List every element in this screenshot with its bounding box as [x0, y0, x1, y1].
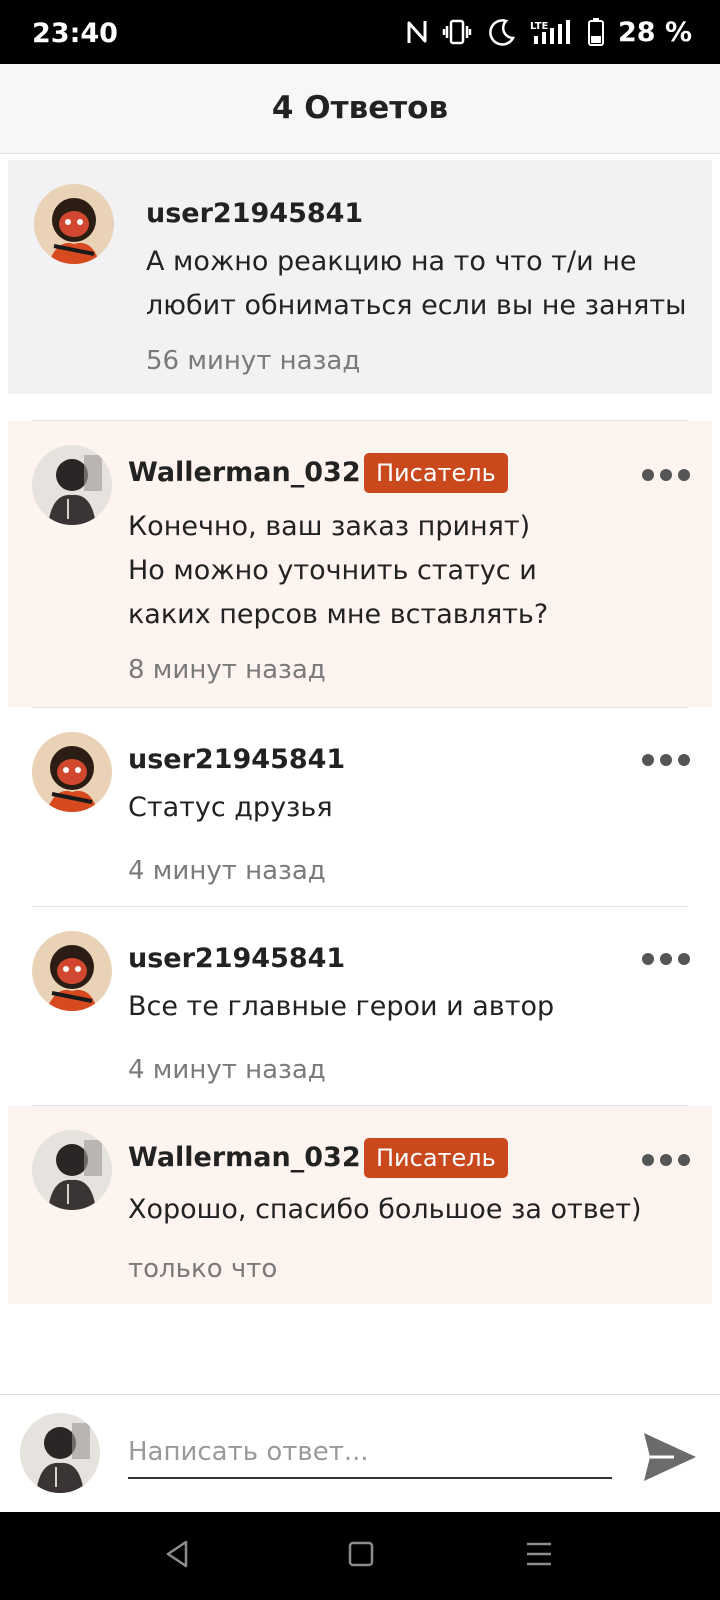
system-nav-bar	[0, 1512, 720, 1600]
avatar[interactable]	[32, 445, 112, 525]
more-options-button[interactable]	[642, 947, 690, 971]
avatar[interactable]	[32, 1130, 112, 1210]
dot-icon	[660, 1154, 672, 1166]
back-icon	[166, 1540, 188, 1568]
dot-icon	[678, 953, 690, 965]
avatar[interactable]	[34, 184, 114, 264]
dot-icon	[642, 469, 654, 481]
recents-button[interactable]	[524, 1538, 554, 1574]
dot-icon	[642, 1154, 654, 1166]
header: 4 Ответов	[0, 64, 720, 154]
reply-item: Wallerman_032 Писатель Хорошо, спасибо б…	[8, 1106, 712, 1304]
dot-icon	[660, 953, 672, 965]
reply-text: Конечно, ваш заказ принят) Но можно уточ…	[128, 505, 628, 637]
reply-username[interactable]: Wallerman_032	[128, 457, 361, 488]
dot-icon	[660, 469, 672, 481]
writer-badge: Писатель	[364, 1138, 508, 1178]
parent-comment: user21945841 А можно реакцию на то что т…	[8, 160, 712, 394]
reply-time: 4 минут назад	[128, 856, 326, 886]
more-options-button[interactable]	[642, 463, 690, 487]
reply-item: user21945841 Все те главные герои и авто…	[8, 907, 712, 1105]
reply-username[interactable]: user21945841	[128, 943, 345, 974]
battery-icon	[587, 18, 604, 46]
send-icon	[644, 1433, 696, 1481]
dot-icon	[678, 1154, 690, 1166]
reply-username[interactable]: Wallerman_032	[128, 1142, 361, 1173]
more-options-button[interactable]	[642, 748, 690, 772]
menu-icon	[527, 1542, 551, 1566]
lte-signal-icon: LTE	[530, 18, 574, 46]
dot-icon	[678, 754, 690, 766]
reply-text-line: Но можно уточнить статус и каких персов …	[128, 555, 549, 630]
my-avatar	[20, 1413, 100, 1493]
home-button[interactable]	[346, 1538, 376, 1574]
svg-text:LTE: LTE	[530, 21, 549, 32]
comment-time: 56 минут назад	[146, 346, 361, 376]
back-button[interactable]	[162, 1538, 192, 1574]
reply-item: user21945841 Статус друзья 4 минут назад	[8, 708, 712, 906]
send-button[interactable]	[640, 1429, 700, 1485]
page-title: 4 Ответов	[271, 90, 449, 126]
comment-text: А можно реакцию на то что т/и не любит о…	[146, 246, 687, 321]
reply-time: 4 минут назад	[128, 1055, 326, 1085]
reply-text: Все те главные герои и автор	[128, 991, 555, 1022]
reply-time: только что	[128, 1254, 278, 1284]
dot-icon	[678, 469, 690, 481]
dot-icon	[660, 754, 672, 766]
reply-username[interactable]: user21945841	[128, 744, 345, 775]
vibrate-icon	[442, 19, 472, 45]
reply-bar	[0, 1394, 720, 1512]
reply-input[interactable]	[128, 1427, 612, 1479]
writer-badge: Писатель	[364, 453, 508, 493]
avatar[interactable]	[32, 732, 112, 812]
comment-username[interactable]: user21945841	[146, 198, 363, 229]
home-icon	[348, 1541, 374, 1567]
dot-icon	[642, 754, 654, 766]
status-time: 23:40	[32, 18, 118, 49]
reply-text: Статус друзья	[128, 792, 333, 823]
reply-text: Хорошо, спасибо большое за ответ)	[128, 1194, 642, 1225]
avatar[interactable]	[32, 931, 112, 1011]
status-icons: LTE 28 %	[406, 16, 692, 48]
reply-item: Wallerman_032 Писатель Конечно, ваш зака…	[8, 421, 712, 707]
status-bar: 23:40 LTE 28 %	[0, 0, 720, 64]
battery-percent: 28 %	[617, 16, 692, 48]
dot-icon	[642, 953, 654, 965]
reply-text-line: Конечно, ваш заказ принят)	[128, 511, 531, 542]
reply-time: 8 минут назад	[128, 655, 326, 685]
moon-icon	[486, 17, 516, 47]
more-options-button[interactable]	[642, 1148, 690, 1172]
nfc-icon	[406, 19, 428, 45]
